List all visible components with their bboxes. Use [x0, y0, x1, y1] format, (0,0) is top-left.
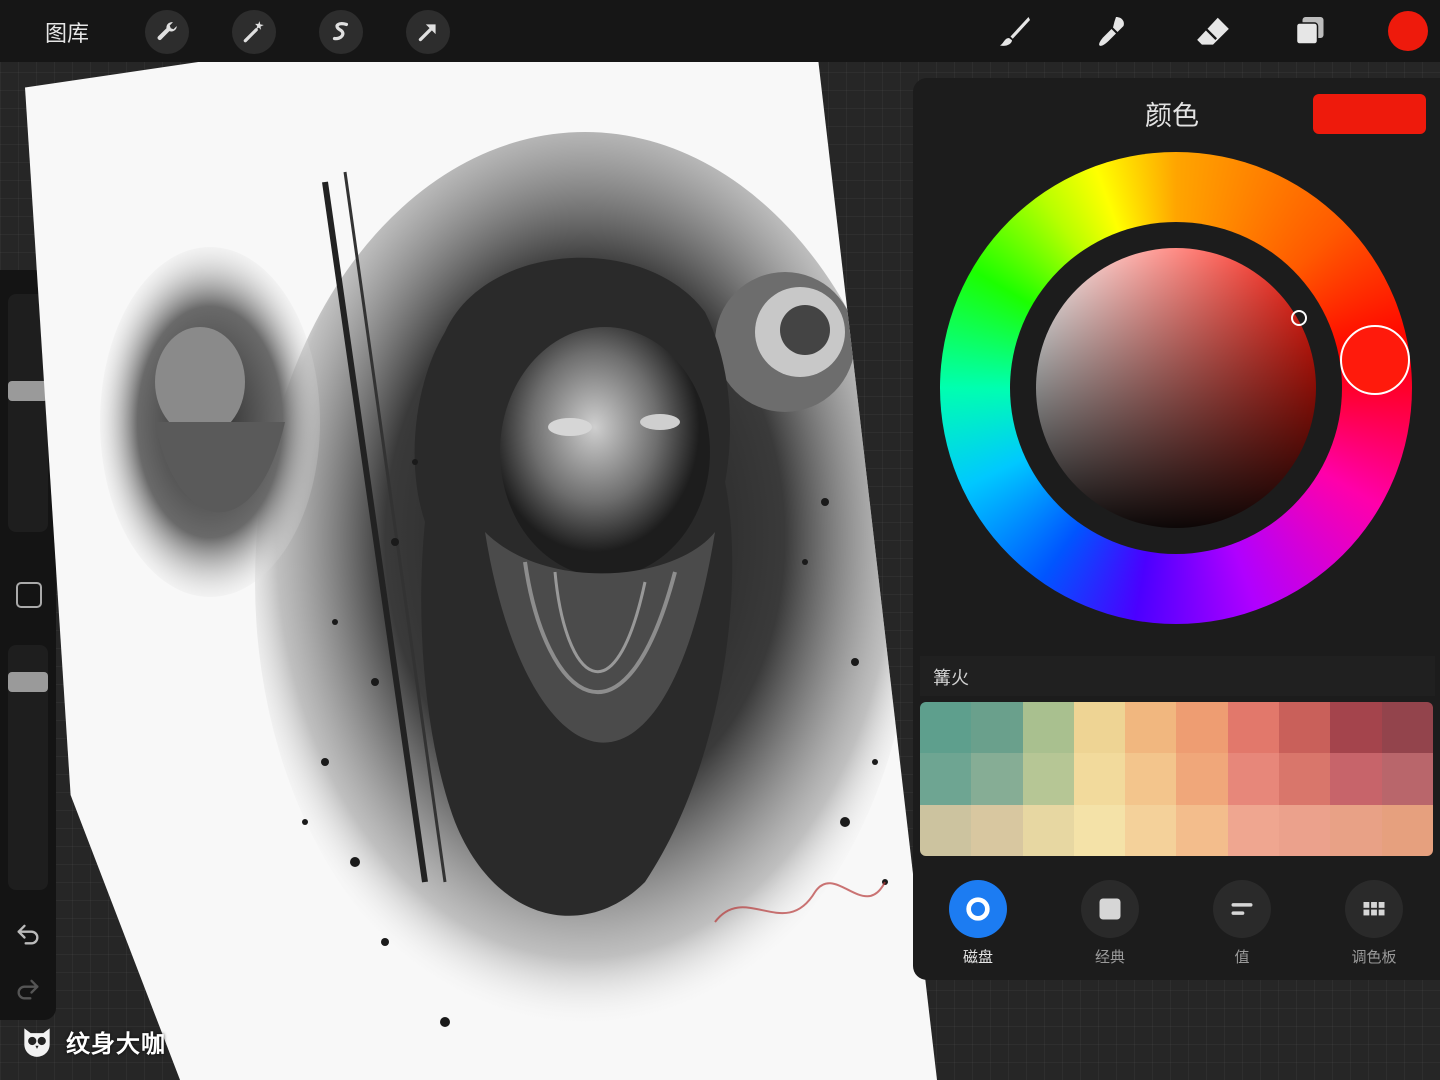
palette-swatch[interactable] [920, 702, 972, 754]
tab-disc-label: 磁盘 [962, 948, 993, 966]
palette-swatch[interactable] [1176, 753, 1228, 805]
smudge-button[interactable] [1093, 12, 1133, 52]
layers-button[interactable] [1290, 12, 1330, 52]
palette-swatch[interactable] [1176, 804, 1228, 856]
tab-palettes[interactable]: 调色板 [1334, 880, 1414, 967]
transform-arrow-icon [418, 24, 436, 42]
transform-button[interactable] [406, 10, 450, 54]
palette-swatch[interactable] [1125, 702, 1177, 754]
tab-value[interactable]: 值 [1202, 880, 1282, 967]
panel-title: 颜色 [1145, 101, 1199, 132]
palette-swatch[interactable] [1073, 702, 1126, 754]
palette-header [920, 656, 1435, 696]
current-color-swatch[interactable] [1313, 94, 1426, 134]
palette-swatch[interactable] [971, 753, 1023, 805]
artwork-image [100, 132, 915, 1032]
color-disc[interactable] [940, 152, 1412, 624]
brush-icon [1000, 17, 1030, 46]
selection-button[interactable] [319, 10, 363, 54]
adjustments-button[interactable] [232, 10, 276, 54]
disc-icon [966, 897, 990, 921]
grid-icon [1363, 902, 1385, 916]
palette-swatch[interactable] [1330, 702, 1382, 754]
brush-button[interactable] [995, 12, 1035, 52]
square-icon [1099, 898, 1121, 920]
smudge-icon [1099, 17, 1124, 46]
palette-swatch[interactable] [1022, 702, 1074, 754]
palette-swatch[interactable] [1073, 753, 1126, 805]
gallery-button[interactable]: 图库 [45, 16, 89, 48]
wrench-icon [157, 22, 177, 41]
brush-size-handle[interactable] [8, 381, 48, 402]
watermark: 纹身大咖 [18, 1022, 166, 1060]
color-button[interactable] [1388, 11, 1428, 51]
palette-swatch[interactable] [1279, 753, 1331, 805]
hue-picker-handle[interactable] [1340, 325, 1410, 395]
palette-swatch[interactable] [1022, 753, 1074, 805]
actions-button[interactable] [145, 10, 189, 54]
undo-icon[interactable] [14, 920, 42, 948]
tab-palettes-label: 调色板 [1351, 948, 1397, 966]
owl-logo-icon [24, 1028, 50, 1057]
saturation-brightness-disc[interactable] [1036, 248, 1316, 528]
tab-classic-label: 经典 [1094, 948, 1125, 966]
selection-icon [332, 22, 349, 41]
brush-opacity-handle[interactable] [8, 672, 48, 692]
palette-swatch[interactable] [1022, 804, 1074, 856]
tab-value-label: 值 [1234, 948, 1250, 966]
top-toolbar: 图库 [0, 0, 1440, 62]
watermark-text: 纹身大咖 [66, 1029, 166, 1058]
modify-button[interactable] [16, 582, 42, 608]
palette-swatch[interactable] [1176, 702, 1228, 754]
drawing-canvas[interactable] [25, 62, 937, 1080]
palette-swatch[interactable] [1279, 804, 1331, 856]
magic-wand-icon [243, 21, 264, 43]
palette-swatch[interactable] [1330, 804, 1382, 856]
palette-swatch[interactable] [1227, 702, 1280, 754]
palette-swatch[interactable] [920, 753, 972, 805]
palette-grid [920, 702, 1433, 856]
palette-swatch[interactable] [971, 702, 1023, 754]
palette-swatch[interactable] [1330, 753, 1382, 805]
palette-swatch[interactable] [1227, 804, 1280, 856]
redo-icon[interactable] [14, 975, 42, 1003]
palette-swatch[interactable] [1279, 702, 1331, 754]
palette-swatch[interactable] [971, 804, 1023, 856]
palette-name: 篝火 [933, 668, 969, 689]
palette-swatch[interactable] [1125, 753, 1177, 805]
eraser-button[interactable] [1193, 12, 1233, 52]
sliders-icon [1231, 903, 1253, 915]
palette-swatch[interactable] [1381, 702, 1433, 754]
layers-icon [1295, 17, 1324, 45]
palette-swatch[interactable] [1227, 753, 1280, 805]
palette-swatch[interactable] [1073, 804, 1126, 856]
tab-disc[interactable]: 磁盘 [938, 880, 1018, 967]
palette-swatch[interactable] [1125, 804, 1177, 856]
tab-classic[interactable]: 经典 [1070, 880, 1150, 967]
palette-swatch[interactable] [1381, 753, 1433, 805]
eraser-icon [1197, 17, 1229, 45]
palette-swatch[interactable] [1381, 804, 1433, 856]
palette-swatch[interactable] [920, 804, 972, 856]
